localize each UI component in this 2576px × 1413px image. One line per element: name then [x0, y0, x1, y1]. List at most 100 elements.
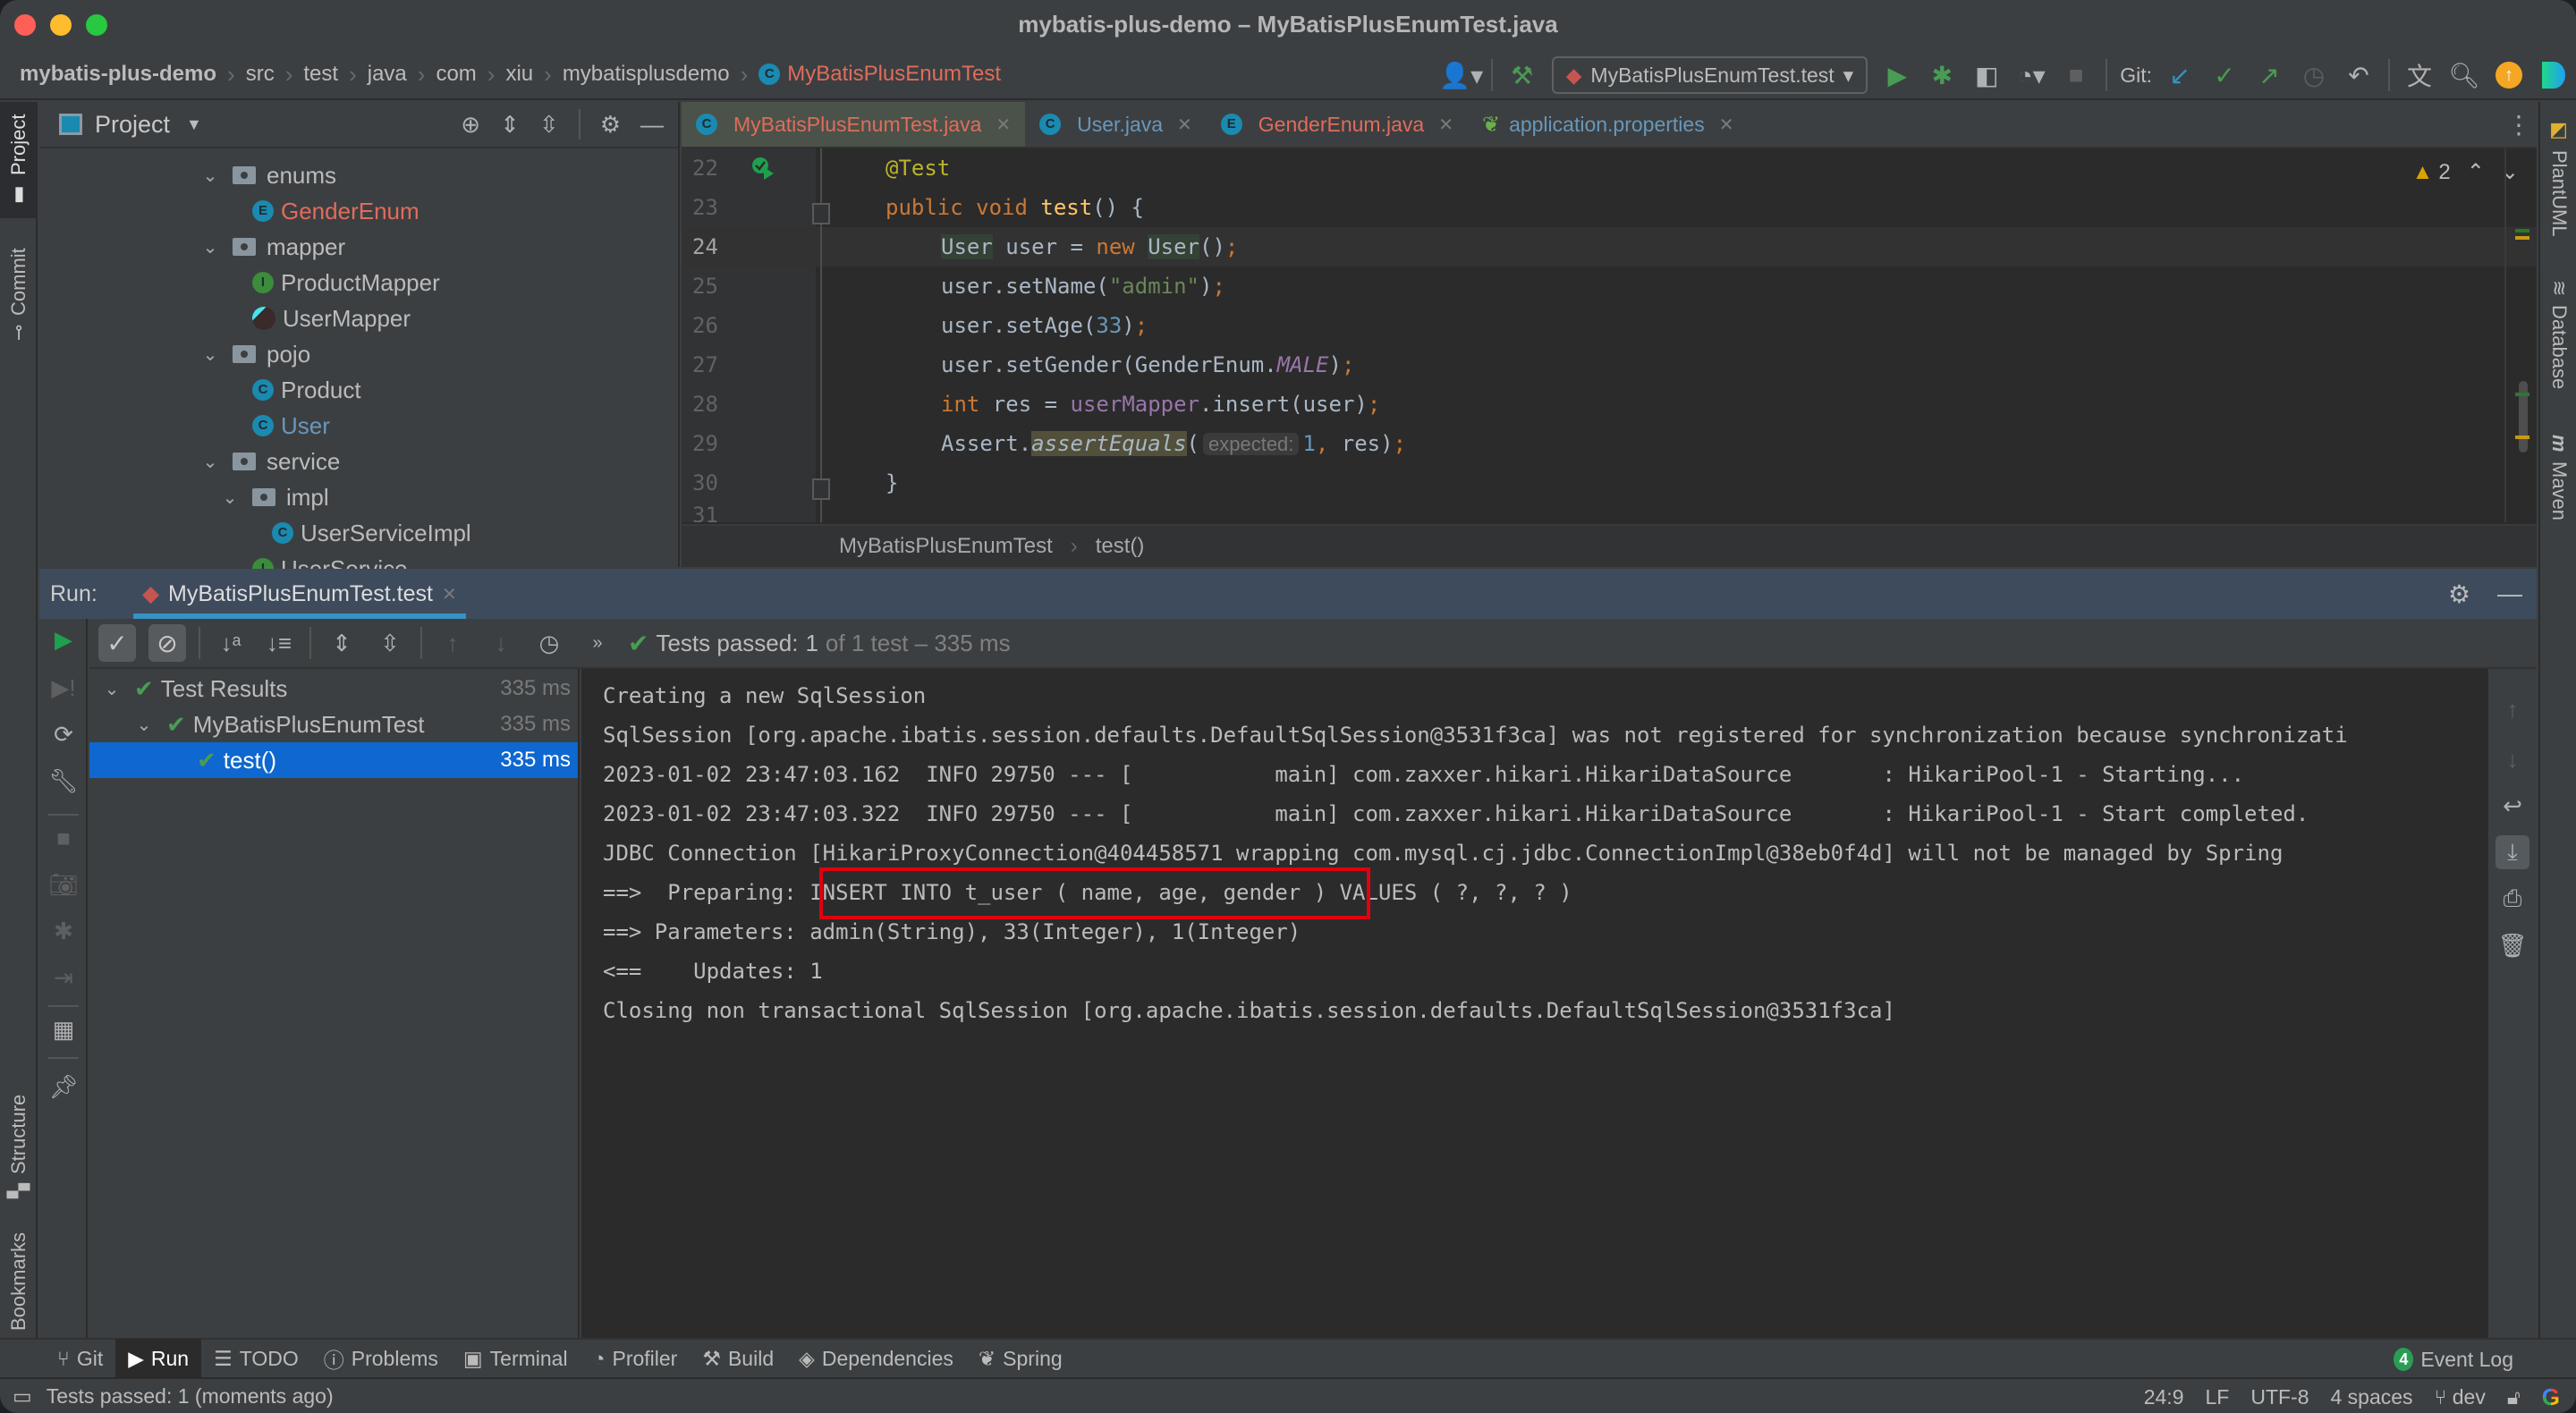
tree-item[interactable]: ⌄ impl [220, 479, 329, 515]
test-history-icon[interactable]: ◷ [531, 630, 567, 657]
google-icon[interactable]: G [2542, 1383, 2560, 1411]
chevron-down-icon[interactable]: ⌄ [200, 451, 220, 473]
history-icon[interactable]: ◷ [2292, 57, 2336, 93]
tool-tab-commit[interactable]: ⊸ Commit [0, 236, 38, 352]
line-separator[interactable]: LF [2205, 1385, 2229, 1409]
rerun-failed-icon[interactable]: ▶! [47, 671, 80, 705]
breadcrumb-item[interactable]: mybatis-plus-demo [20, 62, 216, 87]
change-marker[interactable] [2515, 393, 2529, 396]
expand-all-icon[interactable]: ⇕ [500, 111, 520, 139]
git-branch-widget[interactable]: ⑂ dev [2435, 1385, 2486, 1409]
indent-setting[interactable]: 4 spaces [2331, 1385, 2413, 1409]
test-result-row[interactable]: ⌄ ✔ Test Results 335 ms [89, 671, 578, 706]
locate-file-icon[interactable]: ⊕ [461, 111, 480, 139]
show-passed-toggle[interactable]: ✓ [98, 624, 136, 662]
breadcrumb-item[interactable]: com [436, 62, 476, 87]
inspection-widget[interactable]: ▲ 2 ⌃ ⌄ [2412, 159, 2519, 185]
test-result-row-selected[interactable]: ✔ test() 335 ms [89, 742, 578, 778]
chevron-down-icon[interactable]: ⌄ [220, 487, 240, 509]
more-actions-icon[interactable]: » [580, 633, 615, 654]
chevron-down-icon[interactable]: ⌄ [200, 236, 220, 258]
console-output[interactable]: Creating a new SqlSession SqlSession [or… [581, 669, 2488, 1338]
breadcrumb-item[interactable]: mybatisplusdemo [563, 62, 730, 87]
arrow-up-icon[interactable]: ↑ [2496, 692, 2529, 726]
sort-alphabetically-icon[interactable]: ↓ᵃ [213, 630, 249, 657]
wrench-icon[interactable]: 🔧︎ [47, 764, 80, 798]
tree-item[interactable]: C Product [252, 372, 361, 408]
tool-tab-database[interactable]: ≋ Database [2540, 272, 2576, 397]
breadcrumb-item[interactable]: src [246, 62, 275, 87]
scrollbar-thumb[interactable] [2519, 381, 2528, 453]
test-result-row[interactable]: ⌄ ✔ MyBatisPlusEnumTest 335 ms [89, 706, 578, 742]
tool-window-profiler[interactable]: ◔ Profiler [580, 1339, 691, 1378]
editor-tab[interactable]: C User.java ✕ [1025, 102, 1207, 147]
tool-window-problems[interactable]: ⓘ Problems [311, 1339, 451, 1378]
expand-all-icon[interactable]: ⇕ [324, 630, 360, 657]
file-encoding[interactable]: UTF-8 [2250, 1385, 2309, 1409]
camera-icon[interactable]: 📷︎ [47, 867, 80, 901]
caret-position[interactable]: 24:9 [2144, 1385, 2184, 1409]
trash-icon[interactable]: 🗑︎ [2496, 928, 2529, 962]
layout-icon[interactable]: ▦ [47, 1012, 80, 1046]
update-icon[interactable]: ↑ [2487, 57, 2531, 93]
debug-icon[interactable]: ✱ [1919, 57, 1964, 93]
tool-window-run[interactable]: ▶ Run [115, 1339, 202, 1378]
editor-scrollbar[interactable] [2504, 148, 2531, 522]
more-tabs-icon[interactable]: ⋮ [2501, 102, 2537, 147]
chevron-down-icon[interactable]: ⌄ [200, 165, 220, 187]
minimize-icon[interactable]: — [2497, 580, 2522, 608]
editor-tab[interactable]: ❦ application.properties ✕ [1468, 102, 1749, 147]
tool-window-terminal[interactable]: ▣ Terminal [451, 1339, 580, 1378]
translate-icon[interactable]: 文 [2397, 57, 2442, 93]
tool-tab-plantuml[interactable]: ◩ PlantUML [2540, 111, 2576, 245]
sort-by-duration-icon[interactable]: ↓≡ [261, 630, 297, 657]
collapse-all-icon[interactable]: ⇳ [372, 630, 408, 657]
fold-collapse-icon[interactable] [812, 203, 830, 224]
show-ignored-toggle[interactable]: ⊘ [148, 624, 186, 662]
chevron-down-icon[interactable]: ⌄ [134, 714, 154, 736]
tree-item[interactable]: C UserServiceImpl [272, 515, 471, 551]
change-marker[interactable] [2515, 229, 2529, 233]
tool-window-git[interactable]: ⑂ Git [45, 1339, 115, 1378]
gear-icon[interactable]: ⚙ [2448, 580, 2470, 609]
run-icon[interactable]: ▶ [1875, 57, 1919, 93]
user-icon[interactable]: 👤▾ [1439, 57, 1484, 93]
tree-item[interactable]: ⌄ mapper [200, 229, 346, 265]
tree-item[interactable]: UserMapper [252, 300, 411, 336]
minimize-icon[interactable]: — [640, 111, 664, 139]
tool-window-dependencies[interactable]: ◈ Dependencies [786, 1339, 966, 1378]
editor-breadcrumb-item[interactable]: test() [1096, 534, 1145, 559]
stop-icon[interactable]: ■ [47, 821, 80, 855]
git-commit-icon[interactable]: ✓ [2202, 57, 2247, 93]
close-tab-icon[interactable]: ✕ [1177, 114, 1192, 136]
editor-breadcrumb-item[interactable]: MyBatisPlusEnumTest [839, 534, 1053, 559]
run-test-gutter-icon[interactable] [750, 155, 776, 182]
run-configuration-select[interactable]: ◆ MyBatisPlusEnumTest.test ▾ [1551, 56, 1868, 94]
tool-tab-structure[interactable]: ▚ Structure [0, 1084, 38, 1209]
rollback-icon[interactable]: ↶ [2336, 57, 2381, 93]
tree-item[interactable]: E GenderEnum [252, 193, 419, 229]
gear-icon[interactable]: ⚙ [600, 111, 621, 139]
event-log-button[interactable]: 4 Event Log [2394, 1340, 2513, 1379]
coverage-icon[interactable]: ◧ [1964, 57, 2009, 93]
chevron-down-icon[interactable]: ⌄ [200, 343, 220, 366]
git-push-icon[interactable]: ↗ [2247, 57, 2292, 93]
tool-window-build[interactable]: ⚒ Build [690, 1339, 786, 1378]
toggle-tool-windows-icon[interactable]: ▭ [13, 1384, 32, 1409]
arrow-down-icon[interactable]: ↓ [2496, 742, 2529, 776]
code-area[interactable]: 22 @Test 23 public void test() { 24 User… [682, 148, 2537, 522]
breadcrumb-active-item[interactable]: MyBatisPlusEnumTest [787, 62, 1001, 87]
toggle-auto-test-icon[interactable]: ⟳ [47, 717, 80, 751]
warning-marker[interactable] [2515, 436, 2529, 439]
git-update-icon[interactable]: ↙ [2157, 57, 2202, 93]
fold-collapse-icon[interactable] [812, 478, 830, 500]
next-failed-test-icon[interactable]: ↓ [483, 630, 519, 657]
status-message[interactable]: Tests passed: 1 (moments ago) [47, 1384, 334, 1409]
build-hammer-icon[interactable]: ⚒ [1500, 57, 1545, 93]
scroll-to-end-icon[interactable]: ⤓ [2496, 835, 2529, 869]
close-tab-icon[interactable]: ✕ [442, 583, 457, 605]
breadcrumb-item[interactable]: xiu [505, 62, 533, 87]
tool-tab-project[interactable]: ▮ Project [0, 102, 38, 218]
pin-icon[interactable]: 📌︎ [47, 1070, 80, 1104]
close-tab-icon[interactable]: ✕ [1719, 114, 1734, 136]
